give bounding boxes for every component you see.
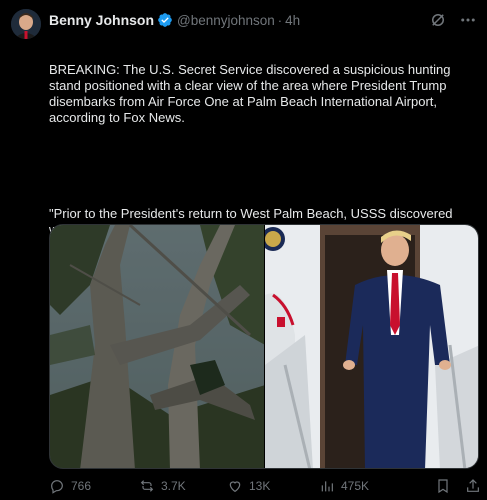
secondary-actions bbox=[435, 478, 481, 494]
tweet-header: Benny Johnson @bennyjohnson · 4h bbox=[49, 10, 477, 30]
reply-icon bbox=[51, 480, 63, 494]
share-icon[interactable] bbox=[465, 478, 481, 494]
verified-badge-icon bbox=[157, 12, 173, 28]
repost-button[interactable]: 3.7K bbox=[139, 478, 227, 494]
views-button[interactable]: 475K bbox=[319, 478, 415, 494]
tweet[interactable]: Benny Johnson @bennyjohnson · 4h BREAKIN… bbox=[0, 0, 487, 500]
view-count: 475K bbox=[341, 479, 370, 493]
separator-dot: · bbox=[277, 12, 283, 28]
repost-icon bbox=[140, 480, 154, 492]
media-photo-tree[interactable] bbox=[50, 225, 264, 468]
header-actions bbox=[429, 11, 477, 29]
views-chart-icon bbox=[321, 481, 333, 492]
tweet-actions: 766 3.7K 13K 475K bbox=[49, 477, 481, 495]
heart-icon bbox=[229, 481, 241, 493]
media-photo-air-force-one[interactable] bbox=[264, 225, 478, 468]
avatar[interactable] bbox=[11, 9, 41, 39]
tweet-paragraph-1: BREAKING: The U.S. Secret Service discov… bbox=[49, 62, 455, 125]
reply-count: 766 bbox=[71, 479, 92, 493]
reply-button[interactable]: 766 bbox=[49, 478, 139, 494]
repost-count: 3.7K bbox=[161, 479, 186, 493]
post-time[interactable]: 4h bbox=[285, 13, 300, 28]
more-options-icon[interactable] bbox=[459, 11, 477, 29]
media-grid bbox=[49, 224, 479, 469]
author-name[interactable]: Benny Johnson bbox=[49, 12, 154, 28]
grok-icon[interactable] bbox=[429, 11, 447, 29]
like-count: 13K bbox=[249, 479, 271, 493]
bookmark-icon[interactable] bbox=[435, 478, 451, 494]
author-handle[interactable]: @bennyjohnson bbox=[177, 13, 275, 28]
like-button[interactable]: 13K bbox=[227, 478, 319, 494]
